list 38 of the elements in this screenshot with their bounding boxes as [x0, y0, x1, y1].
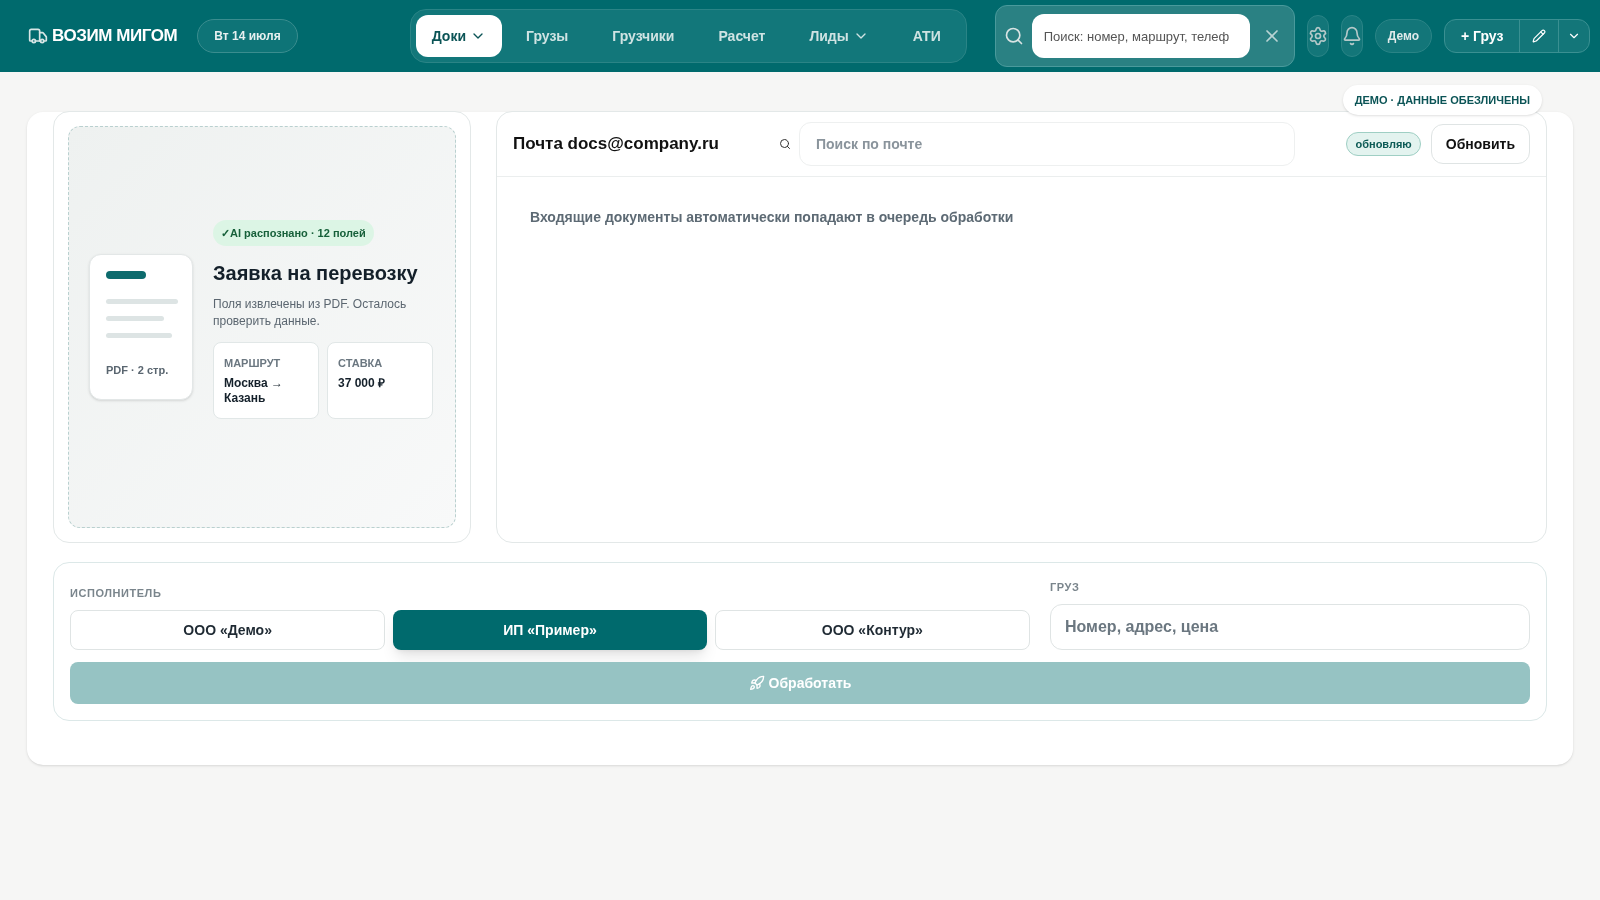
bell-button[interactable] — [1340, 15, 1363, 57]
executor-option[interactable]: ООО «Демо» — [70, 609, 386, 650]
user-button[interactable]: Демо — [1374, 19, 1432, 53]
settings-button[interactable] — [1306, 15, 1329, 57]
refresh-button[interactable]: Обновить — [1430, 124, 1530, 164]
document-description: Поля извлечены из PDF. Осталось проверить данные. — [213, 296, 408, 330]
empty-message: Входящие документы автоматически попадают в очередь обработки — [530, 208, 1015, 227]
field-label: МАРШРУТ — [224, 356, 282, 371]
nav-tab[interactable]: Грузчики — [592, 15, 695, 57]
logo[interactable]: ВОЗИМ МИГОМ — [52, 23, 178, 49]
nav-tab[interactable]: Грузы — [506, 15, 589, 57]
search-field[interactable]: Поиск: номер, маршрут, телеф — [1031, 14, 1250, 58]
search-icon — [1003, 26, 1024, 46]
pencil-icon — [1532, 29, 1547, 43]
mail-title: Почта docs@company.ru — [513, 133, 720, 156]
add-cargo-button[interactable]: + Груз — [1445, 20, 1520, 52]
demo-badge: ДЕМО · ДАННЫЕ ОБЕЗЛИЧЕНЫ — [1342, 85, 1542, 115]
date-pill: Вт 14 июля — [197, 19, 298, 53]
ai-badge: ✓AI распознано · 12 полей — [213, 219, 374, 246]
nav-tab[interactable]: АТИ — [892, 15, 961, 57]
logo-icon — [28, 26, 48, 46]
document-title: Заявка на перевозку — [213, 261, 419, 286]
doc-label: PDF · 2 стр. — [106, 363, 170, 378]
rocket-icon — [748, 674, 765, 691]
cargo-field[interactable]: Номер, адрес, цена — [1050, 603, 1530, 650]
cargo-label: ГРУЗ — [1050, 580, 1081, 595]
executor-option[interactable]: ООО «Контур» — [714, 609, 1030, 650]
field-value: 37 000 ₽ — [338, 375, 387, 391]
nav-tab[interactable]: Расчет — [698, 15, 786, 57]
nav-tab[interactable]: Лиды — [789, 15, 889, 57]
field-label: СТАВКА — [338, 356, 384, 371]
executor-option[interactable]: ИП «Пример» — [393, 609, 707, 650]
search-icon — [779, 138, 791, 150]
executor-label: ИСПОЛНИТЕЛЬ — [70, 586, 163, 601]
nav-tab[interactable]: Доки — [415, 15, 502, 57]
field-value: Москва → Казань — [224, 375, 285, 406]
mail-search-field[interactable]: Поиск по почте — [799, 122, 1295, 166]
status-badge: обновляю — [1346, 131, 1421, 157]
